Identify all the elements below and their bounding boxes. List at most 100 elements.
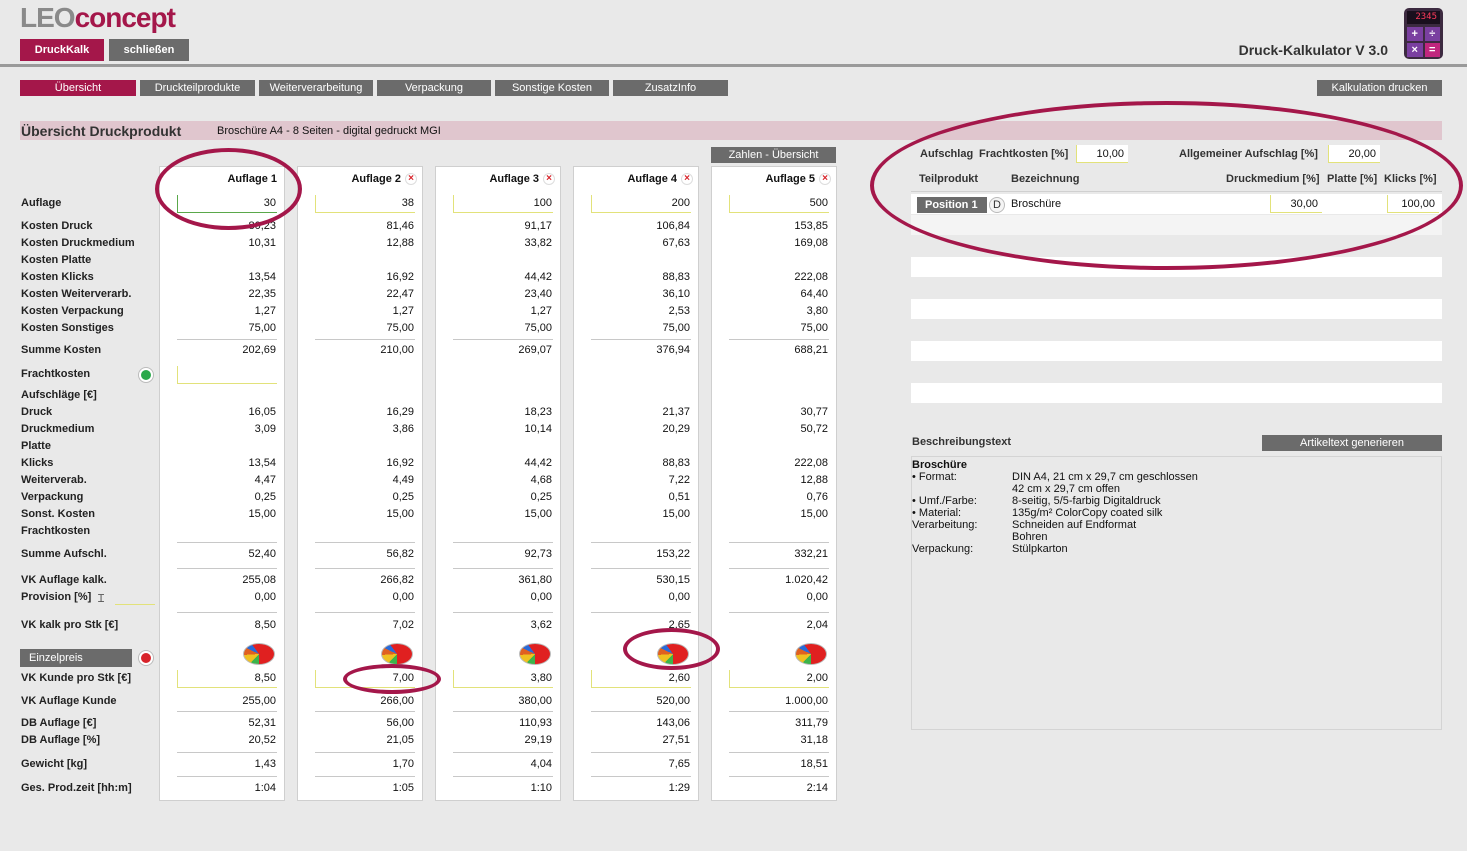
row-divider — [315, 612, 415, 613]
cell-vk-kunde-stk[interactable]: 2,60 — [573, 672, 699, 684]
reset-icon[interactable] — [139, 651, 153, 665]
cell-summe-aufschl: 153,22 — [656, 548, 690, 560]
cell-druck: 18,23 — [524, 406, 552, 418]
provision-input[interactable] — [115, 604, 155, 605]
refresh-icon[interactable] — [139, 368, 153, 382]
cell-prodzeit: 1:29 — [668, 782, 690, 794]
cell-summe-aufschl: 52,40 — [248, 548, 276, 560]
cell-kosten-druck: 153,85 — [794, 220, 828, 232]
desc-key-format: • Format: — [912, 471, 957, 483]
tab-druckteilprodukte[interactable]: Druckteilprodukte — [140, 80, 255, 96]
cell-gewicht: 18,51 — [800, 758, 828, 770]
cell-klicks: 44,42 — [524, 457, 552, 469]
cell-sonst-kosten: 15,00 — [800, 508, 828, 520]
row-label-vk-auflage-kunde: VK Auflage Kunde — [21, 695, 117, 707]
row-divider — [177, 568, 277, 569]
cell-kosten-weiterverarb: 22,47 — [386, 288, 414, 300]
cell-kosten-verpackung: 3,80 — [806, 305, 828, 317]
cell-sonst-kosten: 15,00 — [662, 508, 690, 520]
cell-vk-kunde-stk[interactable]: 3,80 — [435, 672, 561, 684]
row-divider — [453, 752, 553, 753]
row-label-kosten-druckmedium: Kosten Druckmedium — [21, 237, 135, 249]
cell-verpackung: 0,25 — [254, 491, 276, 503]
cell-auflage[interactable]: 500 — [711, 197, 837, 209]
cell-druckmedium: 50,72 — [800, 423, 828, 435]
druckkalk-button[interactable]: DruckKalk — [20, 39, 104, 61]
desc-value-format-open: 42 cm x 29,7 cm offen — [1012, 483, 1121, 495]
cell-vk-kunde-stk[interactable]: 8,50 — [159, 672, 285, 684]
cell-druck: 16,29 — [386, 406, 414, 418]
remove-icon[interactable]: × — [819, 173, 831, 186]
tab-verpackung[interactable]: Verpackung — [377, 80, 491, 96]
cell-db-auflage-pct: 20,52 — [248, 734, 276, 746]
cell-summe-aufschl: 56,82 — [386, 548, 414, 560]
cell-provision[interactable]: 0,00 — [711, 591, 837, 603]
cell-provision[interactable]: 0,00 — [573, 591, 699, 603]
column-header-label: Auflage 4 — [627, 173, 677, 185]
calculator-icon: 2345 + ÷ × = — [1404, 8, 1443, 59]
column-header: Auflage 5 × — [711, 173, 837, 186]
row-label-summe-kosten: Summe Kosten — [21, 344, 102, 356]
row-label-kosten-klicks: Kosten Klicks — [21, 271, 94, 283]
cost-pie-icon[interactable] — [795, 643, 827, 665]
cell-db-auflage-eur: 110,93 — [519, 717, 552, 729]
calc-plus-key: + — [1407, 27, 1423, 41]
cell-auflage[interactable]: 200 — [573, 197, 699, 209]
row-divider — [591, 711, 691, 712]
logo-leo: LEO — [20, 2, 76, 33]
row-divider — [729, 339, 829, 340]
cell-vk-kunde-stk[interactable]: 2,00 — [711, 672, 837, 684]
tab-uebersicht[interactable]: Übersicht — [20, 80, 136, 96]
desc-key-material: • Material: — [912, 507, 962, 519]
row-divider — [453, 612, 553, 613]
cell-prodzeit: 1:05 — [392, 782, 414, 794]
cell-kosten-druckmedium: 10,31 — [248, 237, 276, 249]
einzelpreis-button[interactable]: Einzelpreis — [20, 649, 132, 667]
cell-db-auflage-pct: 27,51 — [662, 734, 690, 746]
row-label-prodzeit: Ges. Prod.zeit [hh:m] — [21, 782, 132, 794]
artikeltext-generieren-button[interactable]: Artikeltext generieren — [1262, 435, 1442, 451]
cell-db-auflage-eur: 311,79 — [795, 717, 828, 729]
remove-icon[interactable]: × — [543, 173, 555, 186]
row-divider — [453, 339, 553, 340]
row-divider — [315, 776, 415, 777]
tab-sonstige-kosten[interactable]: Sonstige Kosten — [495, 80, 609, 96]
description-textarea[interactable]: Broschüre • Format: DIN A4, 21 cm x 29,7… — [911, 456, 1442, 730]
row-divider — [315, 752, 415, 753]
cell-db-auflage-pct: 21,05 — [386, 734, 414, 746]
row-label-provision: Provision [%] — [21, 591, 92, 603]
desc-key-verarbeitung: Verarbeitung: — [912, 519, 978, 531]
cell-kosten-druckmedium: 33,82 — [524, 237, 552, 249]
row-label-verpackung: Verpackung — [21, 491, 84, 503]
remove-icon[interactable]: × — [681, 173, 693, 186]
cell-kosten-druck: 106,84 — [656, 220, 690, 232]
cell-provision[interactable]: 0,00 — [159, 591, 285, 603]
frachtkosten-input[interactable] — [177, 366, 277, 384]
cell-vk-kalk-stk: 3,62 — [530, 619, 552, 631]
row-divider — [729, 752, 829, 753]
calc-equals-key: = — [1424, 43, 1440, 57]
cell-kosten-weiterverarb: 36,10 — [662, 288, 690, 300]
empty-row — [911, 299, 1442, 319]
cell-vk-auflage-kalk: 255,08 — [242, 574, 276, 586]
cell-auflage[interactable]: 100 — [435, 197, 561, 209]
empty-row — [911, 341, 1442, 361]
row-divider — [453, 711, 553, 712]
cell-gewicht: 1,70 — [392, 758, 414, 770]
cell-auflage[interactable]: 38 — [297, 197, 423, 209]
cost-pie-icon[interactable] — [519, 643, 551, 665]
cell-provision[interactable]: 0,00 — [297, 591, 423, 603]
leoconcept-logo: LEOconcept — [20, 2, 176, 34]
tab-weiterverarbeitung[interactable]: Weiterverarbeitung — [259, 80, 373, 96]
remove-icon[interactable]: × — [405, 173, 417, 186]
tab-zusatzinfo[interactable]: ZusatzInfo — [613, 80, 728, 96]
cell-kosten-sonstiges: 75,00 — [248, 322, 276, 334]
zahlen-uebersicht-button[interactable]: Zahlen - Übersicht — [711, 147, 836, 163]
section-title: Übersicht Druckprodukt — [21, 123, 182, 139]
cell-vk-auflage-kalk: 1.020,42 — [785, 574, 828, 586]
cost-pie-icon[interactable] — [243, 643, 275, 665]
print-calculation-button[interactable]: Kalkulation drucken — [1317, 80, 1442, 96]
cost-pie-icon[interactable] — [381, 643, 413, 665]
close-button[interactable]: schließen — [109, 39, 189, 61]
cell-provision[interactable]: 0,00 — [435, 591, 561, 603]
